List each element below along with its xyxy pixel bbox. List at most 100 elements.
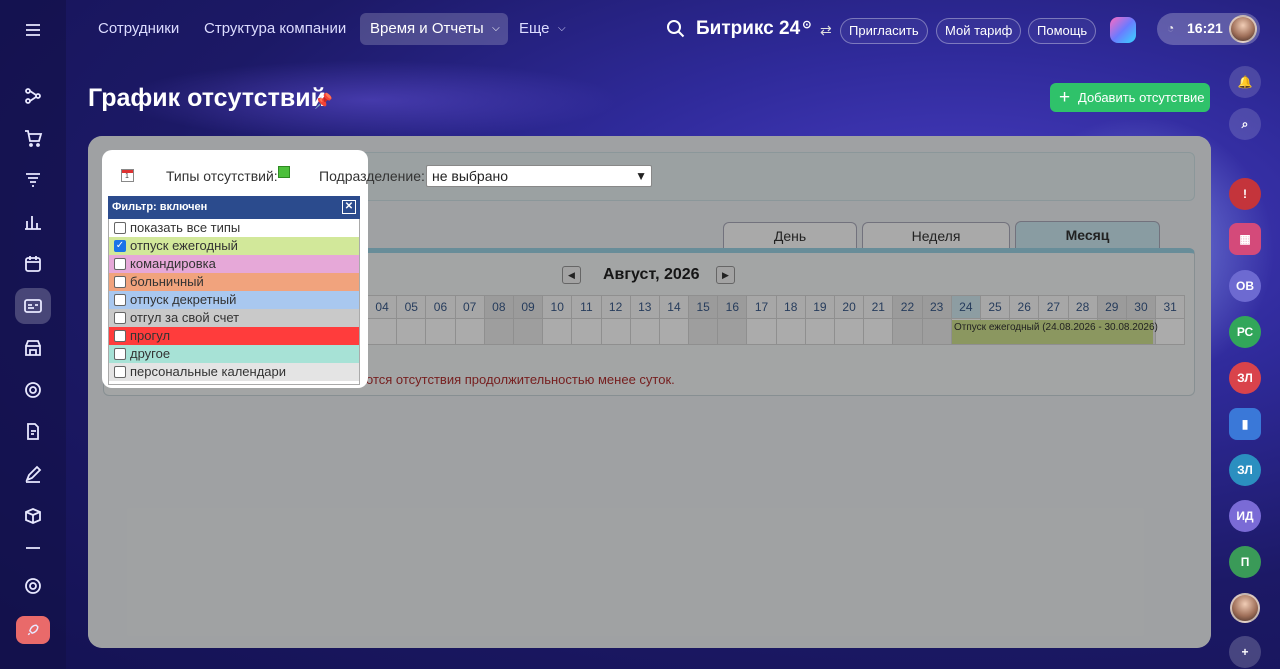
settings-gear-icon[interactable] [15,568,51,604]
day-grid-cell[interactable] [776,319,806,345]
right-rail-contact-2[interactable]: РС [1229,316,1261,348]
day-header-cell: 28 [1068,295,1098,319]
day-grid-cell[interactable] [922,319,952,345]
close-icon[interactable]: ✕ [342,200,356,214]
cart-icon[interactable] [15,120,51,156]
checkbox[interactable] [114,258,126,270]
absence-type-item[interactable]: ✓ отпуск ежегодный [109,237,359,255]
pen-icon[interactable] [15,456,51,492]
absence-type-item[interactable]: показать все типы [109,219,359,237]
day-grid-cell[interactable] [864,319,894,345]
absence-event-bar[interactable]: Отпуск ежегодный (24.08.2026 - 30.08.202… [952,320,1158,344]
work-day-clock[interactable]: ◔ 16:21 [1157,13,1260,45]
box-icon[interactable] [15,498,51,534]
calendar-tasks-icon[interactable] [15,246,51,282]
day-header-cell: 24 [951,295,981,319]
calendar-icon[interactable]: 1 [121,169,134,182]
day-grid-cell[interactable] [426,319,456,345]
nav-more[interactable]: Еще ⌵ [509,13,572,45]
sliders-icon[interactable]: ⇄ [820,22,832,39]
department-label: Подразделение: [319,168,425,184]
checkbox[interactable] [114,330,126,342]
absence-type-item[interactable]: другое [109,345,359,363]
menu-icon[interactable] [15,12,51,48]
nav-employees[interactable]: Сотрудники [88,13,189,45]
right-rail-contact-3[interactable]: ЗЛ [1229,362,1261,394]
day-grid-cell[interactable] [835,319,865,345]
copilot-star-icon[interactable] [1110,17,1136,43]
day-grid-cell[interactable] [1156,319,1186,345]
invite-button[interactable]: Пригласить [840,18,928,44]
checkbox[interactable]: ✓ [114,240,126,252]
day-grid-cell[interactable] [513,319,544,345]
network-icon[interactable] [15,78,51,114]
absence-types-color-icon[interactable] [278,166,290,178]
day-grid-cell[interactable] [805,319,835,345]
user-avatar[interactable] [1229,15,1257,43]
nav-company-structure[interactable]: Структура компании [194,13,356,45]
checkbox[interactable] [114,222,126,234]
day-grid-cell[interactable] [659,319,690,345]
day-grid-cell[interactable] [718,319,748,345]
absence-type-item[interactable]: командировка [109,255,359,273]
absence-type-item[interactable]: больничный [109,273,359,291]
notifications-bell-icon[interactable]: 🔔 [1229,66,1261,98]
calendar-app-icon[interactable]: ▦ [1229,223,1261,255]
bookmark-icon[interactable]: ▮ [1229,408,1261,440]
employees-icon[interactable] [15,288,51,324]
chat-search-icon[interactable]: ⌕ [1229,108,1261,140]
checkbox[interactable] [114,366,126,378]
search-icon[interactable] [666,19,686,39]
checkbox[interactable] [114,294,126,306]
more-icon[interactable] [15,540,51,556]
day-grid-cell[interactable] [689,319,719,345]
help-button[interactable]: Помощь [1028,18,1097,44]
day-grid-cell[interactable] [484,319,514,345]
add-chat-icon[interactable]: + [1229,636,1261,668]
right-rail-contact-5[interactable]: ИД [1229,500,1261,532]
right-rail-avatar[interactable] [1230,593,1260,623]
absence-type-label: прогул [130,328,171,343]
my-tariff-button[interactable]: Мой тариф [936,18,1022,44]
rocket-icon[interactable] [16,616,50,644]
store-icon[interactable] [15,330,51,366]
right-rail-contact-4[interactable]: ЗЛ [1229,454,1261,486]
right-rail-contact-1[interactable]: ОВ [1229,270,1261,302]
day-grid-cell[interactable] [455,319,485,345]
nav-time-reports[interactable]: Время и Отчеты ⌵ [360,13,508,45]
absence-type-label: другое [130,346,171,361]
absence-type-item[interactable]: персональные календари [109,363,359,381]
funnel-icon[interactable] [15,162,51,198]
alert-icon[interactable]: ! [1229,178,1261,210]
absence-type-item[interactable]: отпуск декретный [109,291,359,309]
checkbox[interactable] [114,276,126,288]
next-month-button[interactable]: ▶ [716,266,735,284]
day-header-cell: 11 [572,295,602,319]
day-grid-cell[interactable] [572,319,602,345]
day-grid-cell[interactable] [543,319,573,345]
pin-icon[interactable]: 📌 [314,92,333,110]
brand-name: Битрикс [696,18,774,39]
chart-icon[interactable] [15,204,51,240]
tab-day[interactable]: День [723,222,857,249]
brand-logo[interactable]: Битрикс 24 ⊙ [696,18,811,40]
day-grid-cell[interactable] [368,319,398,345]
checkbox[interactable] [114,348,126,360]
absence-type-item[interactable]: прогул [109,327,359,345]
add-absence-button[interactable]: + Добавить отсутствие [1050,83,1210,112]
chevron-down-icon: ⌵ [492,23,500,34]
target-icon[interactable] [15,372,51,408]
day-grid-cell[interactable] [893,319,923,345]
right-rail-contact-6[interactable]: П [1229,546,1261,578]
day-grid-cell[interactable] [601,319,631,345]
department-select[interactable]: не выбрано ▼ [426,165,652,187]
absence-type-item[interactable]: отгул за свой счет [109,309,359,327]
tab-week[interactable]: Неделя [862,222,1010,249]
day-grid-cell[interactable] [630,319,660,345]
day-grid-cell[interactable] [397,319,427,345]
prev-month-button[interactable]: ◀ [562,266,581,284]
day-grid-cell[interactable] [747,319,777,345]
checkbox[interactable] [114,312,126,324]
document-edit-icon[interactable] [15,414,51,450]
tab-month[interactable]: Месяц [1015,221,1160,250]
